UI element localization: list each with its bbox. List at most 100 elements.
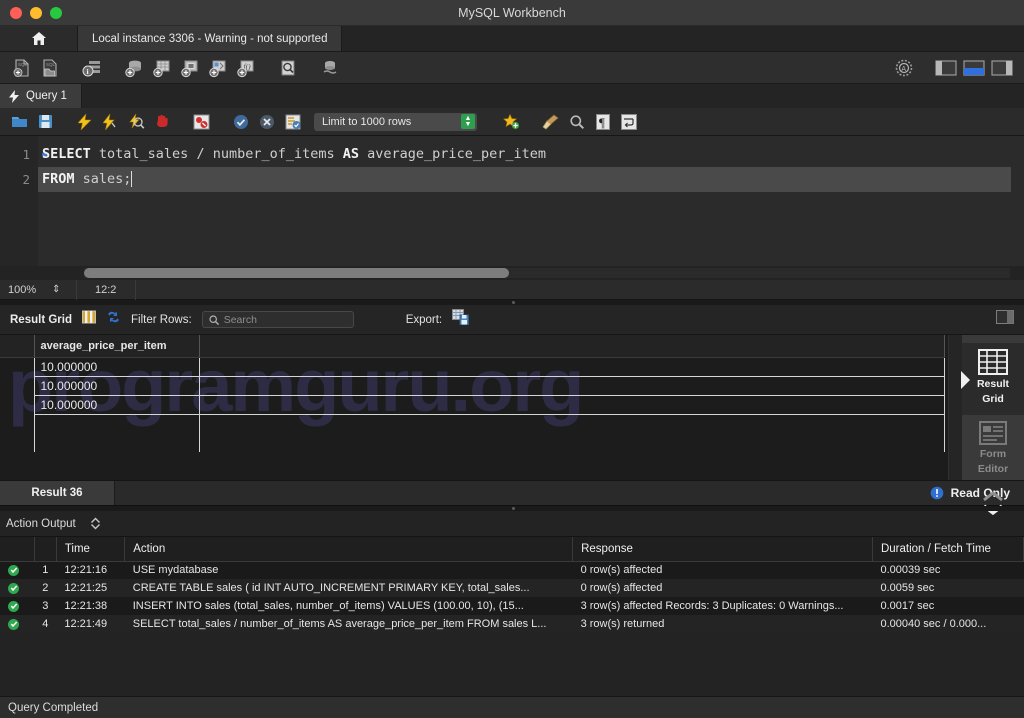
row-number-cell[interactable] [0,357,35,376]
result-grid-col-0[interactable]: average_price_per_item [34,335,200,358]
result-grid-vscrollbar[interactable] [948,335,962,480]
search-table-data-icon [281,60,295,75]
stop-button[interactable] [150,110,175,134]
side-panel-item-form-editor[interactable]: Form Editor [962,415,1024,485]
ao-col-index [34,537,57,562]
table-row-placeholder[interactable] [0,414,945,433]
sidebar-right-toggle-button[interactable] [988,55,1016,81]
sidebar-left-toggle-button[interactable] [932,55,960,81]
minimize-window-button[interactable] [30,6,42,19]
autocommit-button[interactable] [280,110,305,134]
result-grid-header-row: average_price_per_item [0,335,945,358]
side-panel-item-result-grid[interactable]: Result Grid [962,343,1024,415]
find-button[interactable] [564,110,589,134]
new-table-button[interactable] [148,55,176,81]
action-output-row[interactable]: 4 12:21:49 SELECT total_sales / number_o… [0,615,1024,633]
cell-average-price-1[interactable]: 10.000000 [34,376,200,396]
explain-magnifier-icon [128,113,144,129]
cell-filler-2 [199,395,945,415]
row-number-cell[interactable] [0,376,35,395]
action-output-row[interactable]: 1 12:21:16 USE mydatabase 0 row(s) affec… [0,561,1024,579]
result-grid-toolbar: Result Grid Filter Rows: Search Export: [0,305,1024,335]
new-sql-file-button[interactable]: SQL [8,55,36,81]
editor-results-splitter[interactable] [0,300,1024,305]
editor-hscroll-thumb[interactable] [84,268,509,278]
gear-icon: A [895,59,913,76]
home-tab-button[interactable] [0,26,78,51]
new-schema-button[interactable] [120,55,148,81]
side-panel-label-line2: Grid [982,393,1004,405]
open-script-button[interactable] [7,110,32,134]
output-panel-toggle-button[interactable] [960,55,988,81]
side-panel-collapse-arrow[interactable] [961,371,970,389]
new-routine-button[interactable] [204,55,232,81]
action-output-row[interactable]: 3 12:21:38 INSERT INTO sales (total_sale… [0,597,1024,615]
ao-col-time[interactable]: Time [56,537,126,562]
export-recordset-button[interactable] [452,309,470,330]
top-tab-empty-area [342,26,1024,51]
close-window-button[interactable] [10,6,22,19]
search-table-data-button[interactable] [274,55,302,81]
ao-col-response[interactable]: Response [572,537,873,562]
zoom-window-button[interactable] [50,6,62,19]
row-number-cell[interactable] [0,395,35,414]
search-input[interactable]: Search [201,311,354,328]
toggle-stop-on-error-button[interactable] [189,110,214,134]
row-number-cell[interactable] [0,433,35,452]
execute-current-statement-button[interactable] [98,110,123,134]
tab-query-1[interactable]: Query 1 [0,84,82,108]
ao-col-action[interactable]: Action [124,537,574,562]
settings-gear-button[interactable]: A [890,55,918,81]
action-output-filter-stepper[interactable] [90,517,101,530]
result-grid-viewport[interactable]: programguru.org average_price_per_item 1… [0,335,948,480]
sql-editor[interactable]: 1 2 SELECT total_sales / number_of_items… [0,136,1024,266]
limit-rows-select[interactable]: Limit to 1000 rows ▲ ▼ [314,112,477,131]
ao-col-duration[interactable]: Duration / Fetch Time [872,537,1024,562]
toggle-invisible-chars-button[interactable]: ¶ [590,110,615,134]
new-view-button[interactable] [176,55,204,81]
ao-status-cell [0,597,35,615]
panel-toggle-button[interactable] [996,310,1014,329]
action-output-table: Time Action Response Duration / Fetch Ti… [0,537,1024,633]
table-row[interactable]: 10.000000 [0,357,945,377]
tab-local-instance[interactable]: Local instance 3306 - Warning - not supp… [78,26,343,51]
editor-hscrollbar[interactable] [84,268,1010,278]
open-sql-file-button[interactable]: SQL [36,55,64,81]
table-row-placeholder[interactable] [0,433,945,452]
reconnect-server-button[interactable] [316,55,344,81]
tab-result-36[interactable]: Result 36 [0,481,115,505]
editor-zoom-stepper[interactable]: ⇕ [52,284,76,295]
save-script-button[interactable] [33,110,58,134]
cell-average-price-2[interactable]: 10.000000 [34,395,200,415]
results-output-splitter[interactable] [0,506,1024,511]
form-editor-icon [979,421,1007,445]
beautify-sql-button[interactable] [499,110,524,134]
toggle-wrap-lines-button[interactable] [616,110,641,134]
table-row[interactable]: 10.000000 [0,376,945,396]
row-number-cell[interactable] [0,414,35,433]
result-grid[interactable]: programguru.org average_price_per_item 1… [0,335,1024,516]
new-function-button[interactable]: f() [232,55,260,81]
cell-empty[interactable] [34,414,200,433]
grid-view-icon [81,310,96,324]
cell-average-price-0[interactable]: 10.000000 [34,357,200,377]
refresh-button[interactable] [106,310,121,329]
editor-zoom-level: 100% [8,283,37,296]
grid-view-button[interactable] [81,310,96,329]
limit-rows-stepper[interactable]: ▲ ▼ [461,114,475,129]
editor-code-area[interactable]: SELECT total_sales / number_of_items AS … [38,136,1024,266]
export-recordset-icon [452,309,470,325]
execute-lightning-icon [78,113,91,130]
clear-context-button[interactable] [538,110,563,134]
search-placeholder: Search [223,313,257,326]
explain-button[interactable] [124,110,149,134]
rollback-button[interactable] [254,110,279,134]
commit-button[interactable] [228,110,253,134]
editor-cursor-position: 12:2 [76,279,136,300]
server-info-button[interactable]: i [78,55,106,81]
side-panel-scroll-chevrons[interactable] [982,491,1004,516]
table-row[interactable]: 10.000000 [0,395,945,415]
action-output-row[interactable]: 2 12:21:25 CREATE TABLE sales ( id INT A… [0,579,1024,597]
execute-button[interactable] [72,110,97,134]
cell-empty[interactable] [34,433,200,452]
